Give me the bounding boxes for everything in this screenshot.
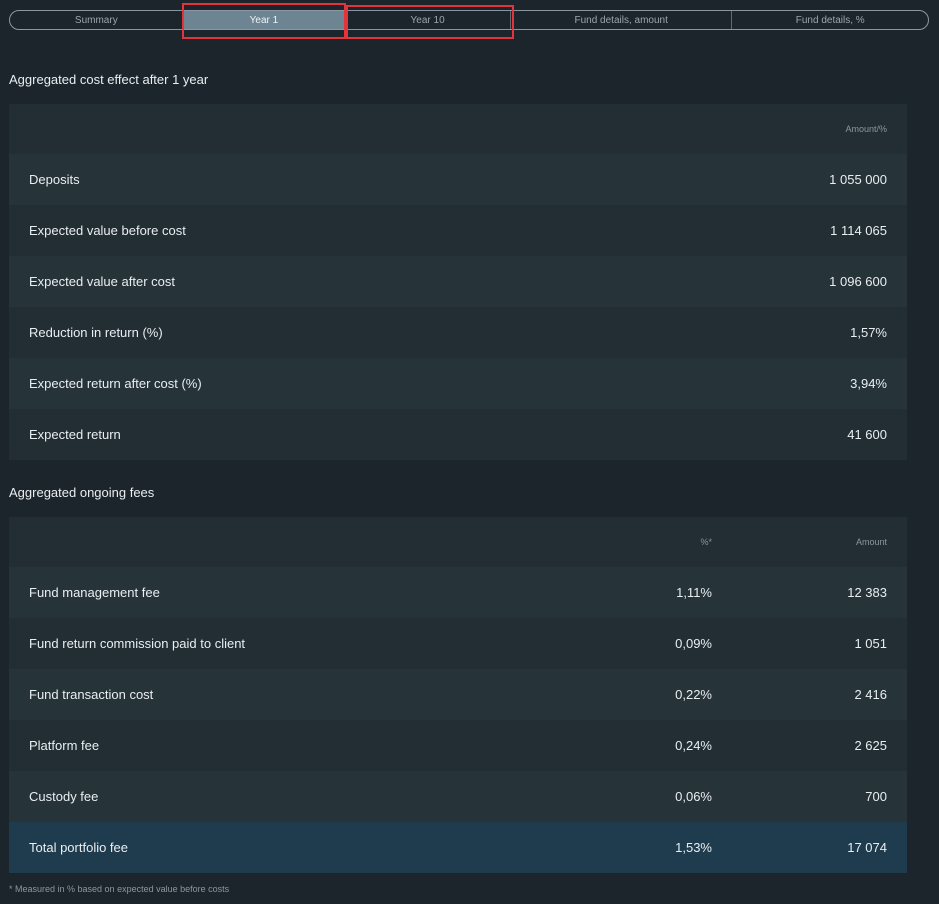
column-header-amount-percent: Amount/% — [845, 124, 887, 134]
row-value: 1 096 600 — [829, 274, 887, 289]
table-row: Expected return after cost (%) 3,94% — [9, 358, 907, 409]
table-row: Custody fee 0,06% 700 — [9, 771, 907, 822]
table-header-row: Amount/% — [9, 104, 907, 154]
row-label: Deposits — [29, 172, 80, 187]
row-percent: 0,09% — [675, 636, 712, 651]
row-amount: 2 416 — [854, 687, 887, 702]
row-label: Custody fee — [29, 789, 99, 804]
row-label: Reduction in return (%) — [29, 325, 163, 340]
row-value: 1 114 065 — [830, 223, 887, 238]
row-percent: 1,11% — [676, 585, 712, 600]
total-label: Total portfolio fee — [29, 840, 129, 855]
row-amount: 700 — [865, 789, 887, 804]
column-header-amount: Amount — [855, 537, 887, 547]
row-label: Fund return commission paid to client — [29, 636, 246, 651]
footnote: * Measured in % based on expected value … — [9, 884, 230, 894]
row-percent: 0,22% — [675, 687, 712, 702]
row-amount: 12 383 — [847, 585, 887, 600]
table-row: Fund management fee 1,11% 12 383 — [9, 567, 907, 618]
row-label: Expected return — [29, 427, 121, 442]
row-label: Expected return after cost (%) — [29, 376, 202, 391]
total-percent: 1,53% — [675, 840, 712, 855]
row-percent: 0,24% — [675, 738, 712, 753]
row-amount: 2 625 — [854, 738, 887, 753]
table-row: Reduction in return (%) 1,57% — [9, 307, 907, 358]
row-value: 3,94% — [850, 376, 887, 391]
row-label: Fund management fee — [29, 585, 160, 600]
table-row: Deposits 1 055 000 — [9, 154, 907, 205]
cost-effect-title: Aggregated cost effect after 1 year — [9, 72, 209, 87]
table-header-row: %* Amount — [9, 517, 907, 567]
row-value: 1,57% — [850, 325, 887, 340]
tab-fund-details-amount[interactable]: Fund details, amount — [511, 11, 733, 29]
ongoing-fees-title: Aggregated ongoing fees — [9, 485, 155, 500]
tab-summary[interactable]: Summary — [10, 11, 184, 29]
row-amount: 1 051 — [854, 636, 887, 651]
table-row: Expected value before cost 1 114 065 — [9, 205, 907, 256]
tab-year-1[interactable]: Year 1 — [183, 11, 346, 29]
table-row: Fund return commission paid to client 0,… — [9, 618, 907, 669]
row-label: Expected value after cost — [29, 274, 175, 289]
row-label: Expected value before cost — [29, 223, 186, 238]
row-value: 41 600 — [847, 427, 887, 442]
row-label: Platform fee — [29, 738, 100, 753]
tab-bar: Summary Year 1 Year 10 Fund details, amo… — [9, 10, 929, 30]
row-value: 1 055 000 — [829, 172, 887, 187]
tab-fund-details-percent[interactable]: Fund details, % — [732, 11, 928, 29]
total-amount: 17 074 — [847, 840, 887, 855]
table-row: Expected value after cost 1 096 600 — [9, 256, 907, 307]
table-row: Expected return 41 600 — [9, 409, 907, 460]
table-row: Fund transaction cost 0,22% 2 416 — [9, 669, 907, 720]
table-row: Platform fee 0,24% 2 625 — [9, 720, 907, 771]
total-row: Total portfolio fee 1,53% 17 074 — [9, 822, 907, 873]
tab-year-10[interactable]: Year 10 — [345, 11, 511, 29]
row-label: Fund transaction cost — [29, 687, 154, 702]
column-header-percent: %* — [700, 537, 712, 547]
row-percent: 0,06% — [675, 789, 712, 804]
ongoing-fees-table: %* Amount Fund management fee 1,11% 12 3… — [9, 517, 907, 873]
cost-effect-table: Amount/% Deposits 1 055 000 Expected val… — [9, 104, 907, 460]
